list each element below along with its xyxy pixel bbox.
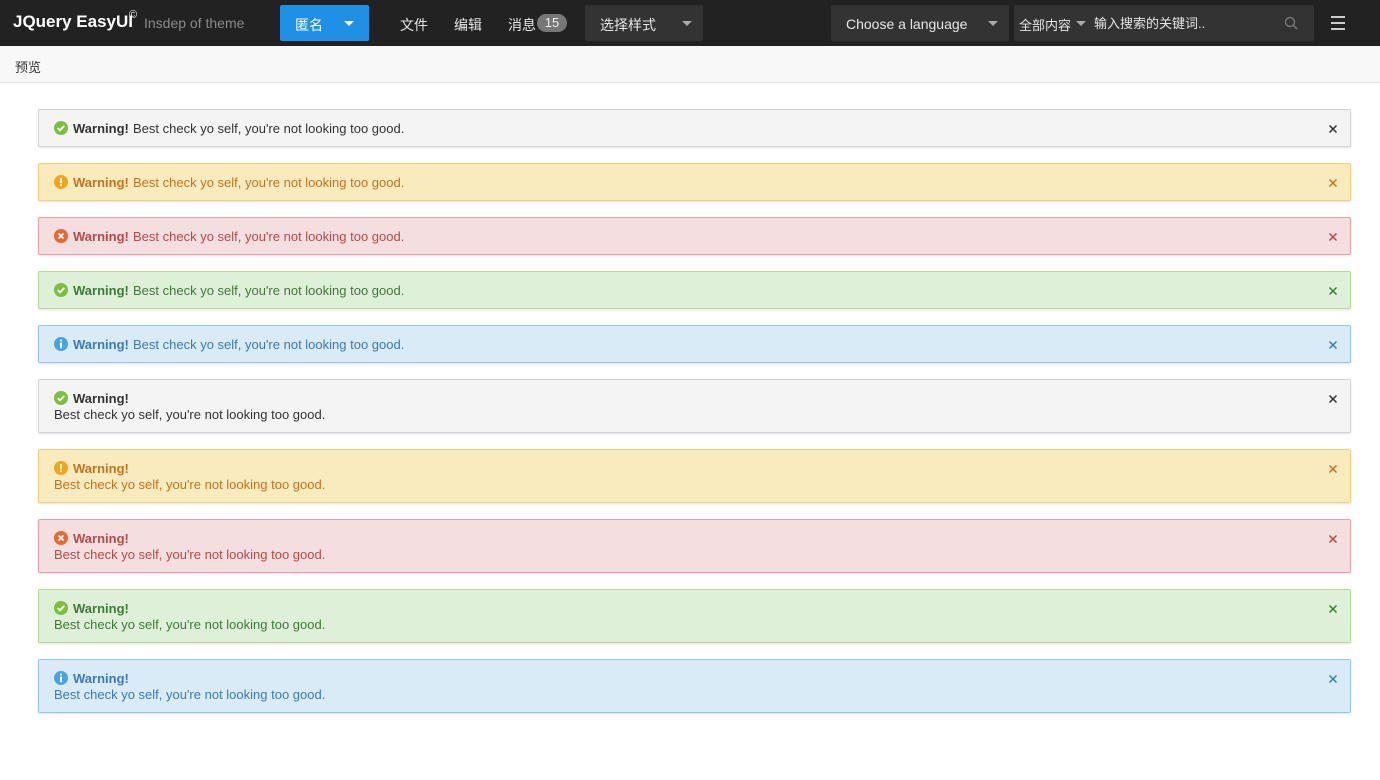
alert-message: Best check yo self, you're not looking t… <box>133 337 405 352</box>
alert-message: Best check yo self, you're not looking t… <box>133 229 405 244</box>
alert-block-warning: Warning! Best check yo self, you're not … <box>38 449 1351 503</box>
top-navbar: JQuery EasyUI © Insdep of theme 匿名 文件 编辑… <box>0 0 1380 46</box>
alert-title: Warning! <box>73 283 129 298</box>
breadcrumb: 预览 <box>0 46 1380 83</box>
user-menu-button[interactable]: 匿名 <box>280 5 369 41</box>
hamburger-menu-icon[interactable] <box>1331 16 1347 30</box>
style-select[interactable]: 选择样式 <box>585 5 703 41</box>
nav-item-edit[interactable]: 编辑 <box>454 15 482 35</box>
close-icon[interactable] <box>1328 674 1338 684</box>
alert-message: Best check yo self, you're not looking t… <box>54 407 326 422</box>
alert-message: Best check yo self, you're not looking t… <box>133 175 405 190</box>
check-circle-icon <box>54 121 68 135</box>
search-box: 全部内容 <box>1014 5 1314 41</box>
close-icon[interactable] <box>1328 464 1338 474</box>
info-circle-icon <box>54 671 68 685</box>
alert-message: Best check yo self, you're not looking t… <box>54 687 326 702</box>
messages-count-badge: 15 <box>537 14 567 32</box>
alert-block-default: Warning! Best check yo self, you're not … <box>38 379 1351 433</box>
alert-title: Warning! <box>73 337 129 352</box>
copyright-mark: © <box>129 9 138 21</box>
close-icon[interactable] <box>1328 178 1338 188</box>
alert-warning: Warning! Best check yo self, you're not … <box>38 163 1351 201</box>
language-select[interactable]: Choose a language <box>831 5 1009 41</box>
alert-message: Best check yo self, you're not looking t… <box>133 121 405 136</box>
brand-subtitle: Insdep of theme <box>144 15 245 31</box>
exclamation-circle-icon <box>54 461 68 475</box>
chevron-down-icon <box>988 21 998 26</box>
nav-item-messages[interactable]: 消息 <box>508 15 536 35</box>
alert-block-danger: Warning! Best check yo self, you're not … <box>38 519 1351 573</box>
user-menu-label: 匿名 <box>295 17 323 33</box>
alert-title: Warning! <box>73 229 129 244</box>
times-circle-icon <box>54 531 68 545</box>
alert-block-success: Warning! Best check yo self, you're not … <box>38 589 1351 643</box>
style-select-label: 选择样式 <box>600 17 656 33</box>
alert-title: Warning! <box>73 461 129 476</box>
alert-success: Warning! Best check yo self, you're not … <box>38 271 1351 309</box>
language-select-label: Choose a language <box>846 16 968 32</box>
check-circle-icon <box>54 283 68 297</box>
brand-logo[interactable]: JQuery EasyUI <box>13 12 133 32</box>
alert-message: Best check yo self, you're not looking t… <box>54 617 326 632</box>
alert-title: Warning! <box>73 121 129 136</box>
close-icon[interactable] <box>1328 394 1338 404</box>
search-scope-select[interactable]: 全部内容 <box>1019 15 1086 34</box>
close-icon[interactable] <box>1328 604 1338 614</box>
alert-block-info: Warning! Best check yo self, you're not … <box>38 659 1351 713</box>
times-circle-icon <box>54 229 68 243</box>
search-icon[interactable] <box>1284 16 1298 30</box>
alert-title: Warning! <box>73 175 129 190</box>
search-scope-label: 全部内容 <box>1019 18 1072 33</box>
close-icon[interactable] <box>1328 232 1338 242</box>
alert-message: Best check yo self, you're not looking t… <box>133 283 405 298</box>
close-icon[interactable] <box>1328 286 1338 296</box>
chevron-down-icon <box>682 21 692 26</box>
alert-title: Warning! <box>73 671 129 686</box>
alert-danger: Warning! Best check yo self, you're not … <box>38 217 1351 255</box>
chevron-down-icon <box>344 21 354 26</box>
alert-info: Warning! Best check yo self, you're not … <box>38 325 1351 363</box>
exclamation-circle-icon <box>54 175 68 189</box>
close-icon[interactable] <box>1328 340 1338 350</box>
chevron-down-icon <box>1076 21 1086 26</box>
close-icon[interactable] <box>1328 124 1338 134</box>
check-circle-icon <box>54 601 68 615</box>
alert-message: Best check yo self, you're not looking t… <box>54 547 326 562</box>
info-circle-icon <box>54 337 68 351</box>
search-input[interactable] <box>1094 9 1279 37</box>
alert-title: Warning! <box>73 531 129 546</box>
nav-item-file[interactable]: 文件 <box>400 15 428 35</box>
alert-title: Warning! <box>73 601 129 616</box>
alert-default: Warning! Best check yo self, you're not … <box>38 109 1351 147</box>
breadcrumb-item-preview[interactable]: 预览 <box>15 57 41 76</box>
check-circle-icon <box>54 391 68 405</box>
close-icon[interactable] <box>1328 534 1338 544</box>
alert-message: Best check yo self, you're not looking t… <box>54 477 326 492</box>
alert-title: Warning! <box>73 391 129 406</box>
